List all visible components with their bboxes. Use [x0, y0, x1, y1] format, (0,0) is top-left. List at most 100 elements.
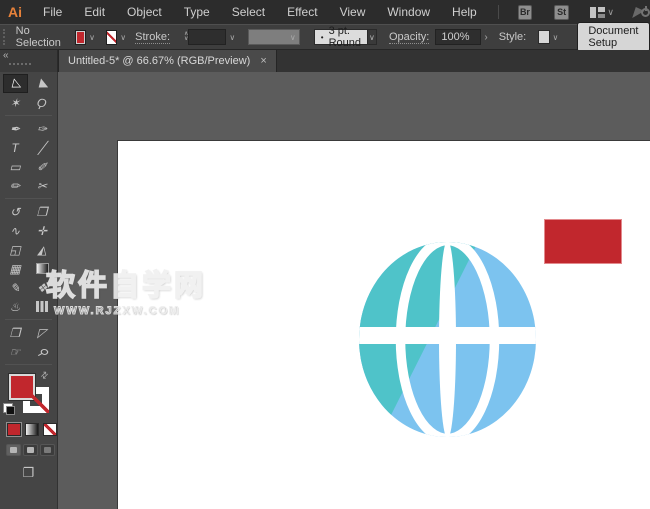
tools-panel-grip[interactable]: [9, 63, 31, 65]
menu-edit[interactable]: Edit: [73, 5, 116, 19]
menu-view[interactable]: View: [329, 5, 377, 19]
tool-blend[interactable]: ❖: [30, 278, 55, 297]
rotate-icon: ↺: [9, 204, 21, 219]
variable-width-profile-dropdown[interactable]: • 3 pt. Round: [313, 25, 368, 49]
tool-shape-builder[interactable]: ◱: [3, 240, 28, 259]
tool-column-graph[interactable]: [30, 297, 55, 316]
tool-hand[interactable]: ☞: [3, 342, 28, 361]
tools-panel: ▷ ▶ ✶ Ϙ ✒ ✑ T ╱ ▭ ✐ ✏ ✂ ↺ ❐ ∿ ✛ ◱ ◭ ▦ ✎ …: [0, 72, 58, 509]
scissors-icon: ✂: [36, 178, 48, 193]
lasso-icon: Ϙ: [35, 94, 49, 111]
tools-separator: [5, 198, 52, 199]
default-fill-stroke-icon[interactable]: [3, 403, 15, 415]
tool-pen[interactable]: ✒: [3, 119, 28, 138]
power-icon: [641, 5, 650, 17]
tool-free-transform[interactable]: ✛: [30, 221, 55, 240]
rectangle-icon: ▭: [9, 159, 21, 174]
globe-logo[interactable]: [359, 242, 536, 437]
gradient-button[interactable]: [25, 423, 39, 436]
draw-behind-button[interactable]: [23, 444, 38, 456]
workspace-switcher-icon[interactable]: [589, 6, 605, 18]
draw-inside-button[interactable]: [40, 444, 55, 456]
menu-file[interactable]: File: [32, 5, 73, 19]
profile-chevron-icon[interactable]: ∨: [367, 29, 377, 45]
style-chevron-icon[interactable]: ∨: [550, 33, 562, 42]
none-button[interactable]: [43, 423, 57, 436]
stroke-weight-field[interactable]: [188, 29, 227, 45]
tool-perspective-grid[interactable]: ◭: [30, 240, 55, 259]
opacity-arrow-icon[interactable]: ›: [481, 32, 490, 43]
tool-gradient[interactable]: [30, 259, 55, 278]
stock-button[interactable]: St: [554, 4, 569, 20]
gradient-icon: [35, 263, 49, 274]
screen-mode-button[interactable]: ❐: [0, 465, 57, 481]
panel-grip[interactable]: [3, 29, 6, 45]
close-tab-icon[interactable]: ×: [260, 55, 266, 67]
menu-select[interactable]: Select: [221, 5, 276, 19]
tool-direct-selection[interactable]: ▶: [30, 74, 55, 93]
canvas-pasteboard[interactable]: [58, 72, 650, 509]
zoom-icon: ⚲: [33, 343, 51, 360]
tool-mesh[interactable]: ▦: [3, 259, 28, 278]
tool-magic-wand[interactable]: ✶: [3, 93, 28, 112]
tool-line-segment[interactable]: ╱: [30, 138, 55, 157]
brush-chevron-icon: ∨: [289, 32, 296, 42]
magic-wand-icon: ✶: [9, 95, 21, 110]
opacity-field[interactable]: 100%: [435, 29, 482, 45]
curvature-icon: ✑: [36, 121, 48, 136]
menu-type[interactable]: Type: [173, 5, 221, 19]
stroke-label[interactable]: Stroke:: [135, 31, 171, 44]
tool-type[interactable]: T: [3, 138, 28, 157]
tool-curvature[interactable]: ✑: [30, 119, 55, 138]
artboard-icon: ❒: [9, 325, 21, 340]
tool-pencil[interactable]: ✏: [3, 176, 28, 195]
tool-paintbrush[interactable]: ✐: [30, 157, 55, 176]
tool-rotate[interactable]: ↺: [3, 202, 28, 221]
tool-slice[interactable]: ◸: [30, 323, 55, 342]
tool-symbol-sprayer[interactable]: ♨: [3, 297, 28, 316]
pen-icon: ✒: [9, 121, 21, 136]
pencil-icon: ✏: [9, 178, 21, 193]
cs-live-icon[interactable]: [632, 5, 650, 18]
tool-width[interactable]: ∿: [3, 221, 28, 240]
eyedropper-icon: ✎: [9, 280, 21, 295]
menu-bar: Ai File Edit Object Type Select Effect V…: [0, 0, 650, 24]
tool-scale[interactable]: ❐: [30, 202, 55, 221]
color-button[interactable]: [6, 422, 22, 437]
stroke-color-swatch[interactable]: [106, 29, 118, 45]
tool-zoom[interactable]: ⚲: [30, 342, 55, 361]
selection-status: No Selection: [15, 25, 61, 49]
tool-selection[interactable]: ▷: [2, 74, 28, 93]
document-setup-button[interactable]: Document Setup: [577, 22, 650, 52]
tools-separator: [5, 115, 52, 116]
tool-eyedropper[interactable]: ✎: [3, 278, 28, 297]
tool-artboard[interactable]: ❒: [3, 323, 28, 342]
tools-separator: [5, 364, 52, 365]
free-transform-icon: ✛: [36, 223, 48, 238]
red-rectangle-shape[interactable]: [544, 219, 622, 264]
document-tab[interactable]: Untitled-5* @ 66.67% (RGB/Preview) ×: [58, 50, 277, 72]
fill-color-swatch[interactable]: [74, 29, 87, 45]
tool-rectangle[interactable]: ▭: [3, 157, 28, 176]
brush-definition-dropdown[interactable]: ∨: [248, 29, 300, 45]
stroke-weight-chevron-icon[interactable]: ∨: [226, 33, 238, 42]
stroke-chevron-icon[interactable]: ∨: [117, 33, 129, 42]
opacity-label[interactable]: Opacity:: [389, 31, 430, 44]
symbol-sprayer-icon: ♨: [9, 299, 21, 314]
menu-help[interactable]: Help: [441, 5, 488, 19]
chevron-down-icon[interactable]: ∨: [603, 7, 618, 18]
collapse-panel-icon[interactable]: «: [3, 50, 9, 61]
menu-effect[interactable]: Effect: [276, 5, 328, 19]
tool-lasso[interactable]: Ϙ: [30, 93, 55, 112]
style-swatch[interactable]: [538, 30, 550, 44]
bridge-button[interactable]: Br: [517, 4, 533, 20]
draw-normal-button[interactable]: [6, 444, 21, 456]
menu-window[interactable]: Window: [376, 5, 441, 19]
swap-fill-stroke-icon[interactable]: ⇄: [38, 369, 51, 382]
stroke-indicator-swatch[interactable]: [23, 387, 49, 413]
fill-chevron-icon[interactable]: ∨: [86, 33, 98, 42]
tool-scissors[interactable]: ✂: [30, 176, 55, 195]
profile-value: 3 pt. Round: [328, 25, 361, 49]
menu-object[interactable]: Object: [116, 5, 173, 19]
color-mode-row: [0, 422, 57, 437]
